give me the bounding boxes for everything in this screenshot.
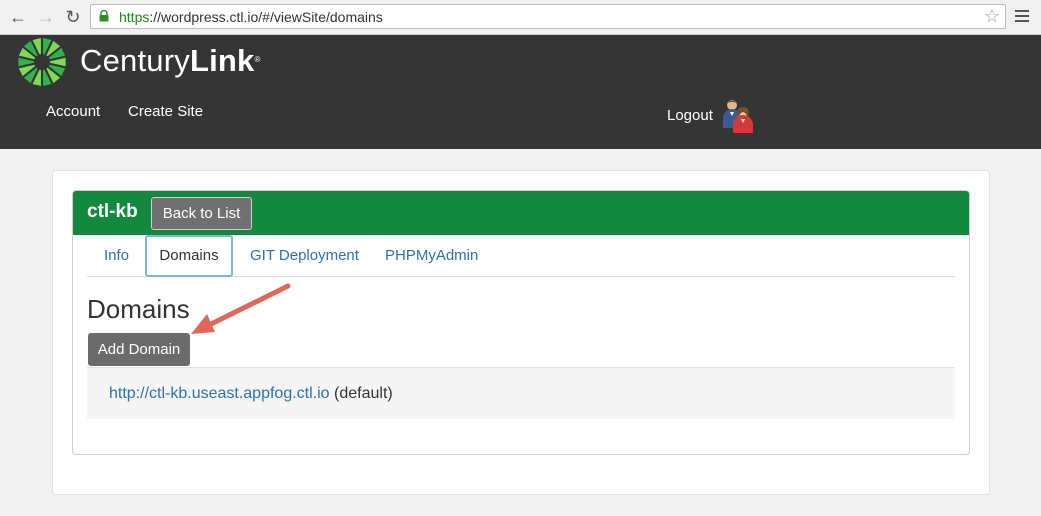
site-name: ctl-kb <box>87 201 138 222</box>
address-bar[interactable]: https://wordpress.ctl.io/#/viewSite/doma… <box>90 4 1006 29</box>
tab-git-deployment[interactable]: GIT Deployment <box>250 235 359 277</box>
nav-account-link[interactable]: Account <box>46 103 100 120</box>
centurylink-logo-icon[interactable] <box>16 36 68 88</box>
url-text: https://wordpress.ctl.io/#/viewSite/doma… <box>119 9 383 25</box>
tab-info[interactable]: Info <box>104 235 129 277</box>
list-item: http://ctl-kb.useast.appfog.ctl.io (defa… <box>109 385 393 403</box>
domain-link[interactable]: http://ctl-kb.useast.appfog.ctl.io <box>109 385 330 402</box>
tab-phpmyadmin[interactable]: PHPMyAdmin <box>385 235 478 277</box>
annotation-arrow-icon <box>191 283 291 334</box>
panel-heading: ctl-kb Back to List <box>73 191 969 235</box>
domain-list: http://ctl-kb.useast.appfog.ctl.io (defa… <box>87 367 955 419</box>
centurylink-logo-text: CenturyLink® <box>80 43 261 78</box>
lock-icon <box>99 10 109 22</box>
site-tabs: Info Domains GIT Deployment PHPMyAdmin <box>87 235 955 277</box>
nav-create-site-link[interactable]: Create Site <box>128 103 203 120</box>
section-title: Domains <box>87 294 190 324</box>
tab-domains[interactable]: Domains <box>145 235 233 277</box>
users-icon[interactable] <box>721 98 755 134</box>
bookmark-star-icon[interactable]: ☆ <box>984 6 1000 26</box>
domain-default-note: (default) <box>334 385 393 402</box>
site-header: CenturyLink® Account Create Site Logout <box>0 35 1041 149</box>
hamburger-menu-icon[interactable] <box>1015 10 1029 22</box>
add-domain-button[interactable]: Add Domain <box>88 333 190 366</box>
logo-ray <box>18 57 35 67</box>
forward-arrow-icon[interactable]: → <box>37 7 55 27</box>
reload-icon[interactable]: ↻ <box>64 7 82 27</box>
back-arrow-icon[interactable]: ← <box>9 7 27 27</box>
browser-toolbar: ← → ↻ https://wordpress.ctl.io/#/viewSit… <box>0 0 1041 35</box>
logo-ray <box>49 57 66 67</box>
logout-link[interactable]: Logout <box>667 107 713 124</box>
back-to-list-button[interactable]: Back to List <box>151 197 252 230</box>
